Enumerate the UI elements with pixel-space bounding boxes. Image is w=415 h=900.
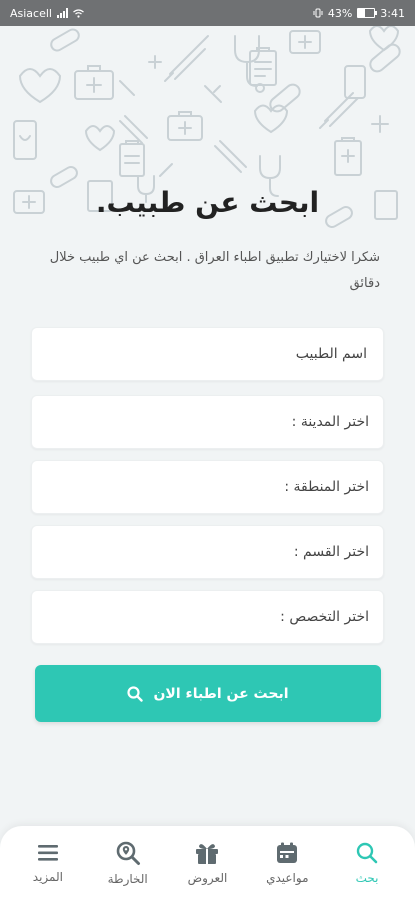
status-bar: Asiacell 43% 3:41 [0, 0, 415, 26]
clock: 3:41 [380, 6, 405, 20]
nav-item-more[interactable]: المزيد [13, 842, 83, 884]
thermometer-icon [204, 85, 222, 103]
syringe-icon [214, 140, 247, 173]
city-select[interactable]: اختر المدينة : [31, 395, 384, 449]
carrier-name: Asiacell [10, 6, 52, 20]
doctor-name-field[interactable] [31, 327, 384, 381]
heart-icon [18, 68, 62, 104]
heart-icon [368, 26, 400, 52]
calendar-icon [277, 842, 298, 863]
area-select[interactable]: اختر المنطقة : [31, 460, 384, 514]
nav-item-appointments[interactable]: مواعيدي [252, 841, 322, 885]
thermometer-icon [119, 80, 135, 96]
city-select-label: اختر المدينة : [291, 414, 369, 430]
status-right: 43% 3:41 [313, 7, 405, 20]
search-icon [356, 842, 378, 864]
nav-item-search[interactable]: بحث [332, 841, 402, 885]
nav-label-appointments: مواعيدي [266, 871, 309, 885]
wifi-icon [73, 8, 84, 18]
bottom-navigation: بحث مواعيدي العروض الخارطة المزيد [0, 826, 415, 900]
battery-percent: 43% [327, 6, 353, 20]
vibrate-icon [313, 8, 323, 18]
battery-icon [357, 8, 378, 18]
search-button-label: ابحث عن اطباء الان [153, 685, 289, 702]
doctor-name-input[interactable] [46, 345, 369, 363]
nav-label-offers: العروض [187, 871, 228, 885]
nav-label-map: الخارطة [107, 872, 148, 886]
medical-cross-icon [371, 115, 389, 133]
pill-icon [50, 28, 80, 52]
department-select[interactable]: اختر القسم : [31, 525, 384, 579]
pill-icon [369, 43, 401, 73]
phone-icon [344, 65, 366, 99]
syringe-icon [164, 35, 209, 82]
search-icon [127, 685, 144, 702]
specialty-select[interactable]: اختر التخصص : [31, 590, 384, 644]
heart-icon [84, 125, 116, 152]
nav-item-offers[interactable]: العروض [172, 841, 242, 885]
page-subtitle: شكرا لاختيارك تطبيق اطباء العراق . ابحث … [49, 250, 380, 291]
menu-icon [37, 845, 58, 861]
nav-item-map[interactable]: الخارطة [93, 840, 163, 886]
page-title: ابحث عن طبيب. [95, 186, 320, 219]
status-left: Asiacell [10, 7, 84, 20]
gift-icon [196, 844, 219, 864]
clipboard-icon [119, 143, 145, 177]
specialty-select-label: اختر التخصص : [280, 609, 369, 625]
thermometer-icon [159, 163, 173, 177]
syringe-icon [119, 115, 148, 144]
signal-icon [56, 8, 68, 18]
department-select-label: اختر القسم : [293, 544, 369, 560]
search-doctors-button[interactable]: ابحث عن اطباء الان [35, 665, 381, 722]
nav-label-search: بحث [355, 871, 379, 885]
map-search-icon [116, 841, 140, 865]
nav-label-more: المزيد [32, 870, 63, 884]
medical-cross-icon [148, 55, 162, 69]
area-select-label: اختر المنطقة : [284, 479, 369, 495]
